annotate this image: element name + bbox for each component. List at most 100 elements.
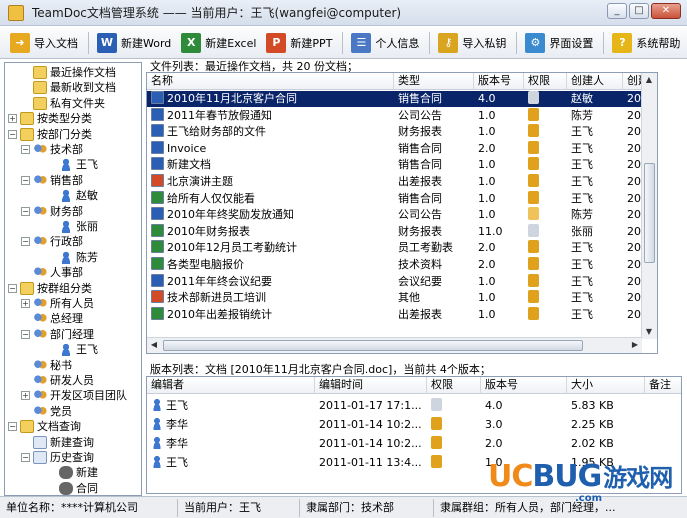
tree-node[interactable]: − 文档查询 [8,419,81,434]
toolbar-button-help[interactable]: ? 系统帮助 [608,30,686,56]
tree-node[interactable]: 私有文件夹 [21,96,105,111]
tree-node[interactable]: − 按部门分类 [8,127,92,142]
collapse-icon[interactable]: − [21,145,30,154]
tree-node[interactable]: − 部门经理 [21,327,94,342]
doc-name: 各类型电脑报价 [167,258,244,271]
tree-node[interactable]: 赵敏 [47,188,98,203]
table-row[interactable]: 2010年年终奖励发放通知 公司公告 1.0 陈芳 2011- [147,207,657,223]
collapse-icon[interactable]: − [21,175,30,185]
group-icon [33,204,47,218]
tree-node[interactable]: + 开发区项目团队 [21,388,127,403]
table-row[interactable]: 各类型电脑报价 技术资料 2.0 王飞 2011- [147,257,657,273]
toolbar-button-folder-import[interactable]: ➜ 导入文档 [6,30,84,56]
column-header[interactable]: 创建时 [623,73,643,90]
vertical-scrollbar[interactable]: ▲ ▼ [641,73,657,339]
column-header[interactable]: 编辑时间 [315,377,427,394]
table-row[interactable]: 2010年财务报表 财务报表 11.0 张丽 2011- [147,223,657,240]
table-row[interactable]: 2011年年终会议纪要 会议纪要 1.0 王飞 2011- [147,273,657,290]
tree-node[interactable]: 最新收到文档 [21,80,116,95]
table-row[interactable]: 李华 2011-01-14 10:2... 3.0 2.25 KB [147,415,681,434]
expand-icon[interactable]: + [21,391,30,401]
column-header[interactable]: 版本号 [474,73,524,90]
table-row[interactable]: 2011年春节放假通知 公司公告 1.0 陈芳 2011- [147,107,657,124]
table-row[interactable]: 北京演讲主题 出差报表 1.0 王飞 2011- [147,174,657,190]
tree-node[interactable]: 新建查询 [21,435,94,450]
column-header[interactable]: 创建人 [567,73,623,90]
doc-name: 2010年年终奖励发放通知 [167,208,294,222]
tree-node[interactable]: 新建 [47,465,98,480]
table-row[interactable]: 新建文档 销售合同 1.0 王飞 2011- [147,157,657,173]
column-header[interactable]: 权限 [524,73,567,90]
category-tree[interactable]: 最近操作文档 最新收到文档 私有文件夹 + 按类型分类 − 按部门分类 − 技术部 王飞 − 销售部赵… [4,62,142,496]
collapse-icon[interactable]: − [21,453,30,462]
toolbar-button-ppt[interactable]: P 新建PPT [262,30,338,56]
scroll-thumb[interactable] [644,163,655,263]
table-row[interactable]: 技术部新进员工培训 其他 1.0 王飞 2011- [147,290,657,306]
toolbar-button-word[interactable]: W 新建Word [93,30,177,56]
tree-node[interactable]: + 所有人员 [21,296,94,311]
table-row[interactable]: 2010年出差报销统计 出差报表 1.0 王飞 2011- [147,306,657,323]
scroll-up-arrow[interactable]: ▲ [642,73,656,87]
tree-node[interactable]: 研发人员 [21,373,94,388]
tree-node[interactable]: − 行政部 [21,234,83,249]
maximize-button[interactable]: □ [629,3,649,19]
user-icon [151,455,163,468]
column-header[interactable]: 权限 [427,377,481,394]
doc-name: 给所有人仅仅能看 [167,191,255,205]
expand-icon[interactable]: + [21,299,30,308]
collapse-icon[interactable]: − [8,283,17,293]
collapse-icon[interactable]: − [21,329,30,339]
toolbar-button-person-info[interactable]: ☰ 个人信息 [347,30,425,56]
tree-node[interactable]: 秘书 [21,358,72,373]
tree-node[interactable]: − 按群组分类 [8,281,92,296]
collapse-icon[interactable]: − [21,206,30,216]
tree-node[interactable]: 最近操作文档 [21,65,116,80]
table-row[interactable]: 李华 2011-01-14 10:2... 2.0 2.02 KB [147,434,681,453]
column-header[interactable]: 大小 [567,377,645,394]
cell-name: 给所有人仅仅能看 [147,190,394,207]
scroll-thumb[interactable] [163,340,583,351]
user-icon [151,398,163,411]
table-row[interactable]: 2010年11月北京客户合同 销售合同 4.0 赵敏 2011- [147,91,657,107]
table-row[interactable]: 给所有人仅仅能看 销售合同 1.0 王飞 2011- [147,190,657,207]
horizontal-scrollbar[interactable]: ◀ ▶ [147,337,642,353]
close-button[interactable]: ✕ [651,3,681,19]
document-list[interactable]: 名称类型版本号权限创建人创建时2010年11月北京客户合同销售合同4.0赵敏20… [146,72,658,354]
tree-node[interactable]: − 财务部 [21,204,83,219]
table-row[interactable]: 王飞 2011-01-17 17:1... 4.0 5.83 KB [147,396,681,415]
minimize-button[interactable]: _ [607,3,627,19]
collapse-icon[interactable]: − [21,237,30,247]
table-row[interactable]: Invoice 销售合同 2.0 王飞 2011- [147,140,657,157]
toolbar-button-key[interactable]: ⚷ 导入私钥 [434,30,512,56]
cell-perm [427,434,481,453]
column-header[interactable]: 备注 [645,377,681,394]
folder-icon [20,127,34,141]
tree-node[interactable]: 王飞 [47,342,98,357]
collapse-icon[interactable]: − [8,129,17,139]
column-header[interactable]: 名称 [147,73,394,90]
tree-node[interactable]: 张丽 [47,219,98,234]
tree-node[interactable]: − 销售部 [21,173,83,188]
column-header[interactable]: 版本号 [481,377,567,394]
tree-node[interactable]: 总经理 [21,311,83,326]
column-header[interactable]: 类型 [394,73,474,90]
toolbar-button-settings[interactable]: ⚙ 界面设置 [521,30,599,56]
tree-node[interactable]: 合同 [47,481,98,495]
tree-node[interactable]: 党员 [21,404,72,419]
tree-node[interactable]: + 按类型分类 [8,111,92,126]
column-header[interactable]: 编辑者 [147,377,315,394]
scroll-left-arrow[interactable]: ◀ [147,338,161,352]
tree-node[interactable]: 陈芳 [47,250,98,265]
tree-node[interactable]: 人事部 [21,265,83,280]
table-row[interactable]: 王飞给财务部的文件 财务报表 1.0 王飞 2011- [147,124,657,140]
tree-node[interactable]: − 历史查询 [21,450,94,465]
tree-node[interactable]: − 技术部 [21,142,83,157]
table-row[interactable]: 2010年12月员工考勤统计 员工考勤表 2.0 王飞 2011- [147,240,657,256]
scroll-right-arrow[interactable]: ▶ [628,338,642,352]
toolbar-button-excel[interactable]: X 新建Excel [177,30,262,56]
tree-node[interactable]: 王飞 [47,157,98,172]
collapse-icon[interactable]: − [8,422,17,432]
tree-node-label: 最近操作文档 [50,66,116,79]
expand-icon[interactable]: + [8,114,17,124]
scroll-down-arrow[interactable]: ▼ [642,325,656,339]
